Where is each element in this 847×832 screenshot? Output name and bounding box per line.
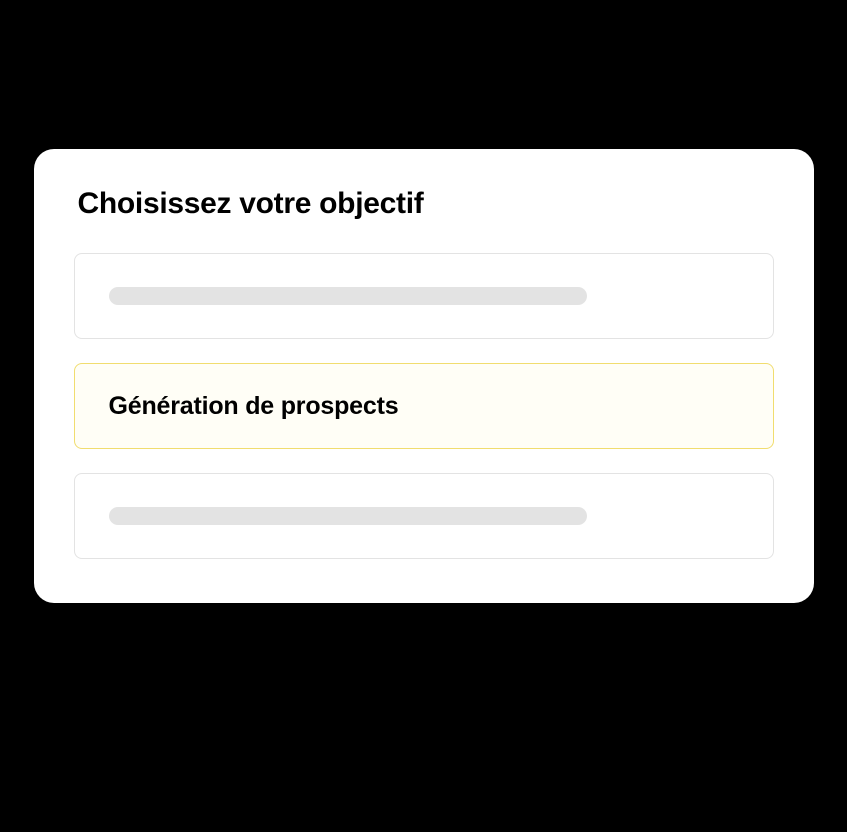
option-item-selected[interactable]: Génération de prospects: [74, 363, 774, 449]
option-label: Génération de prospects: [109, 392, 399, 421]
placeholder-bar: [109, 507, 588, 525]
placeholder-bar: [109, 287, 588, 305]
card-title: Choisissez votre objectif: [78, 187, 774, 221]
option-item[interactable]: [74, 473, 774, 559]
options-list: Génération de prospects: [74, 253, 774, 559]
option-item[interactable]: [74, 253, 774, 339]
objective-card: Choisissez votre objectif Génération de …: [34, 149, 814, 603]
